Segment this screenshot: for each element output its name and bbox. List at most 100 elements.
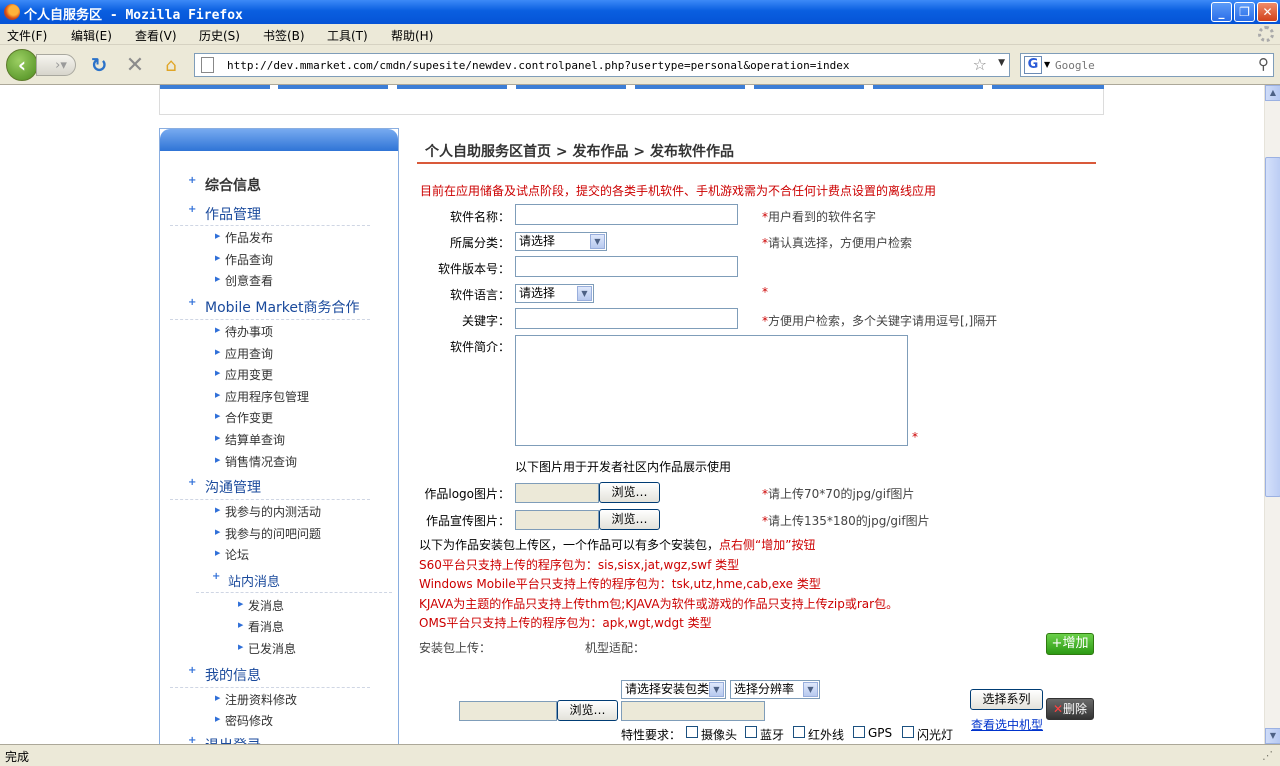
category-select[interactable]: 请选择 ▼	[515, 232, 607, 251]
resize-grip-icon[interactable]: ⋰	[1262, 749, 1276, 763]
image-note: 以下图片用于开发者社区内作品展示使用	[515, 460, 732, 474]
package-type-select[interactable]: 请选择安装包类 ▼	[621, 680, 726, 699]
sidebar-item-package-mgmt[interactable]: 应用程序包管理	[225, 388, 309, 405]
category-label: 所属分类：	[449, 236, 510, 250]
resolution-select[interactable]: 选择分辨率 ▼	[730, 680, 820, 699]
sidebar-item-edit-profile[interactable]: 注册资料修改	[225, 691, 297, 708]
breadcrumb: 个人自助服务区首页 > 发布作品 > 发布软件作品	[425, 144, 734, 160]
features-label: 特性要求：	[621, 728, 682, 742]
notice-text: 目前在应用储备及试点阶段，提交的各类手机软件、手机游戏需为不合任何计费点设置的离…	[420, 184, 937, 198]
menu-edit[interactable]: 编辑(E)	[71, 27, 112, 44]
sidebar-section-mm-business[interactable]: Mobile Market商务合作	[205, 297, 360, 317]
sidebar-item-sales[interactable]: 销售情况查询	[225, 453, 297, 470]
sidebar-item-query[interactable]: 作品查询	[225, 251, 273, 268]
sidebar-item-sent-messages[interactable]: 已发消息	[248, 640, 296, 657]
feature-infrared-label: 红外线	[808, 728, 845, 742]
menu-bookmarks[interactable]: 书签(B)	[263, 27, 305, 44]
sidebar-item-view-messages[interactable]: 看消息	[248, 618, 284, 635]
firefox-icon	[4, 4, 20, 20]
feature-flash-checkbox[interactable]	[902, 726, 914, 738]
search-input[interactable]	[1055, 57, 1245, 73]
sidebar-item-questions[interactable]: 我参与的问吧问题	[225, 525, 321, 542]
sidebar-item-settlement[interactable]: 结算单查询	[225, 431, 285, 448]
menu-tools[interactable]: 工具(T)	[327, 27, 368, 44]
forward-arrow-icon: ›▾	[55, 57, 67, 73]
scroll-up-icon[interactable]: ▲	[1265, 85, 1280, 101]
scroll-thumb[interactable]	[1265, 157, 1280, 497]
logo-file-input[interactable]	[515, 483, 599, 503]
feature-camera-checkbox[interactable]	[686, 726, 698, 738]
stop-button[interactable]: ✕	[124, 53, 146, 78]
sidebar-item-coop-change[interactable]: 合作变更	[225, 409, 273, 426]
minimize-button[interactable]: _	[1211, 2, 1232, 22]
status-bar: 完成 ⋰	[0, 744, 1280, 766]
feature-bluetooth-label: 蓝牙	[760, 728, 785, 742]
promo-browse-button[interactable]: 浏览…	[599, 509, 660, 530]
language-label: 软件语言：	[449, 288, 510, 302]
sidebar-item-beta-activity[interactable]: 我参与的内测活动	[225, 503, 321, 520]
scroll-down-icon[interactable]: ▼	[1265, 728, 1280, 744]
language-select[interactable]: 请选择 ▼	[515, 284, 594, 303]
bookmark-star-icon[interactable]: ☆	[973, 55, 987, 74]
delete-package-button[interactable]: ✕删除	[1046, 698, 1094, 720]
keyword-label: 关键字：	[461, 314, 510, 328]
search-engine-dropdown-icon[interactable]: ▼	[1044, 60, 1050, 69]
sidebar-item-app-query[interactable]: 应用查询	[225, 345, 273, 362]
back-button[interactable]: ‹	[6, 49, 38, 81]
package-browse-button[interactable]: 浏览…	[557, 700, 618, 721]
sidebar-section-my-info[interactable]: 我的信息	[205, 665, 261, 685]
home-icon: ⌂	[165, 54, 177, 76]
sidebar-section-works[interactable]: 作品管理	[205, 204, 261, 224]
vertical-scrollbar[interactable]: ▲ ▼	[1264, 85, 1280, 744]
page-viewport: + 综合信息 + 作品管理 ▶ 作品发布 ▶ 作品查询 ▶ 创意查看 + Mob…	[0, 85, 1264, 744]
logo-browse-button[interactable]: 浏览…	[599, 482, 660, 503]
add-package-button[interactable]: +增加	[1046, 633, 1094, 655]
software-name-input[interactable]	[515, 204, 738, 225]
menu-file[interactable]: 文件(F)	[7, 27, 47, 44]
reload-button[interactable]: ↻	[88, 53, 110, 77]
sidebar-section-overview[interactable]: 综合信息	[205, 175, 261, 195]
sidebar-item-app-change[interactable]: 应用变更	[225, 366, 273, 383]
feature-infrared-checkbox[interactable]	[793, 726, 805, 738]
url-history-dropdown-icon[interactable]: ▼	[998, 58, 1005, 68]
close-button[interactable]: ✕	[1257, 2, 1278, 22]
version-label: 软件版本号：	[437, 262, 510, 276]
rule-oms: OMS平台只支持上传的程序包为：apk,wgt,wdgt 类型	[419, 616, 712, 630]
throbber-icon	[1258, 26, 1274, 42]
sidebar-section-communication[interactable]: 沟通管理	[205, 477, 261, 497]
sidebar-item-todo[interactable]: 待办事项	[225, 323, 273, 340]
sidebar-item-change-password[interactable]: 密码修改	[225, 712, 273, 729]
sidebar-item-send-message[interactable]: 发消息	[248, 597, 284, 614]
sidebar-item-publish[interactable]: 作品发布	[225, 229, 273, 246]
forward-button[interactable]: ›▾	[36, 54, 76, 76]
url-bar[interactable]: ☆ ▼	[194, 53, 1010, 77]
intro-required-mark: *	[912, 430, 918, 444]
status-text: 完成	[5, 750, 30, 764]
select-series-button[interactable]: 选择系列	[970, 689, 1043, 710]
keyword-input[interactable]	[515, 308, 738, 329]
name-label: 软件名称：	[449, 210, 510, 224]
rule-windows-mobile: Windows Mobile平台只支持上传的程序包为：tsk,utz,hme,c…	[419, 577, 821, 591]
package-file-input[interactable]	[459, 701, 557, 721]
model-display-field[interactable]	[621, 701, 765, 721]
view-selected-models-link[interactable]: 查看选中机型	[971, 716, 1043, 733]
home-button[interactable]: ⌂	[160, 54, 182, 76]
sidebar-item-ideas[interactable]: 创意查看	[225, 272, 273, 289]
sidebar-section-messages[interactable]: 站内消息	[228, 571, 280, 590]
window-titlebar: 个人自服务区 - Mozilla Firefox _ ❐ ✕	[0, 0, 1280, 24]
feature-gps-checkbox[interactable]	[853, 726, 865, 738]
search-bar[interactable]: G ▼ ⚲	[1020, 53, 1274, 77]
intro-textarea[interactable]	[515, 335, 908, 446]
sidebar-section-logout[interactable]: 退出登录	[205, 735, 261, 744]
search-engine-icon[interactable]: G	[1024, 56, 1042, 74]
version-input[interactable]	[515, 256, 738, 277]
menu-history[interactable]: 历史(S)	[199, 27, 240, 44]
menu-view[interactable]: 查看(V)	[135, 27, 177, 44]
feature-bluetooth-checkbox[interactable]	[745, 726, 757, 738]
maximize-button[interactable]: ❐	[1234, 2, 1255, 22]
search-icon[interactable]: ⚲	[1258, 55, 1269, 73]
promo-file-input[interactable]	[515, 510, 599, 530]
menu-help[interactable]: 帮助(H)	[391, 27, 433, 44]
url-input[interactable]	[227, 57, 957, 73]
sidebar-item-forum[interactable]: 论坛	[225, 546, 249, 563]
